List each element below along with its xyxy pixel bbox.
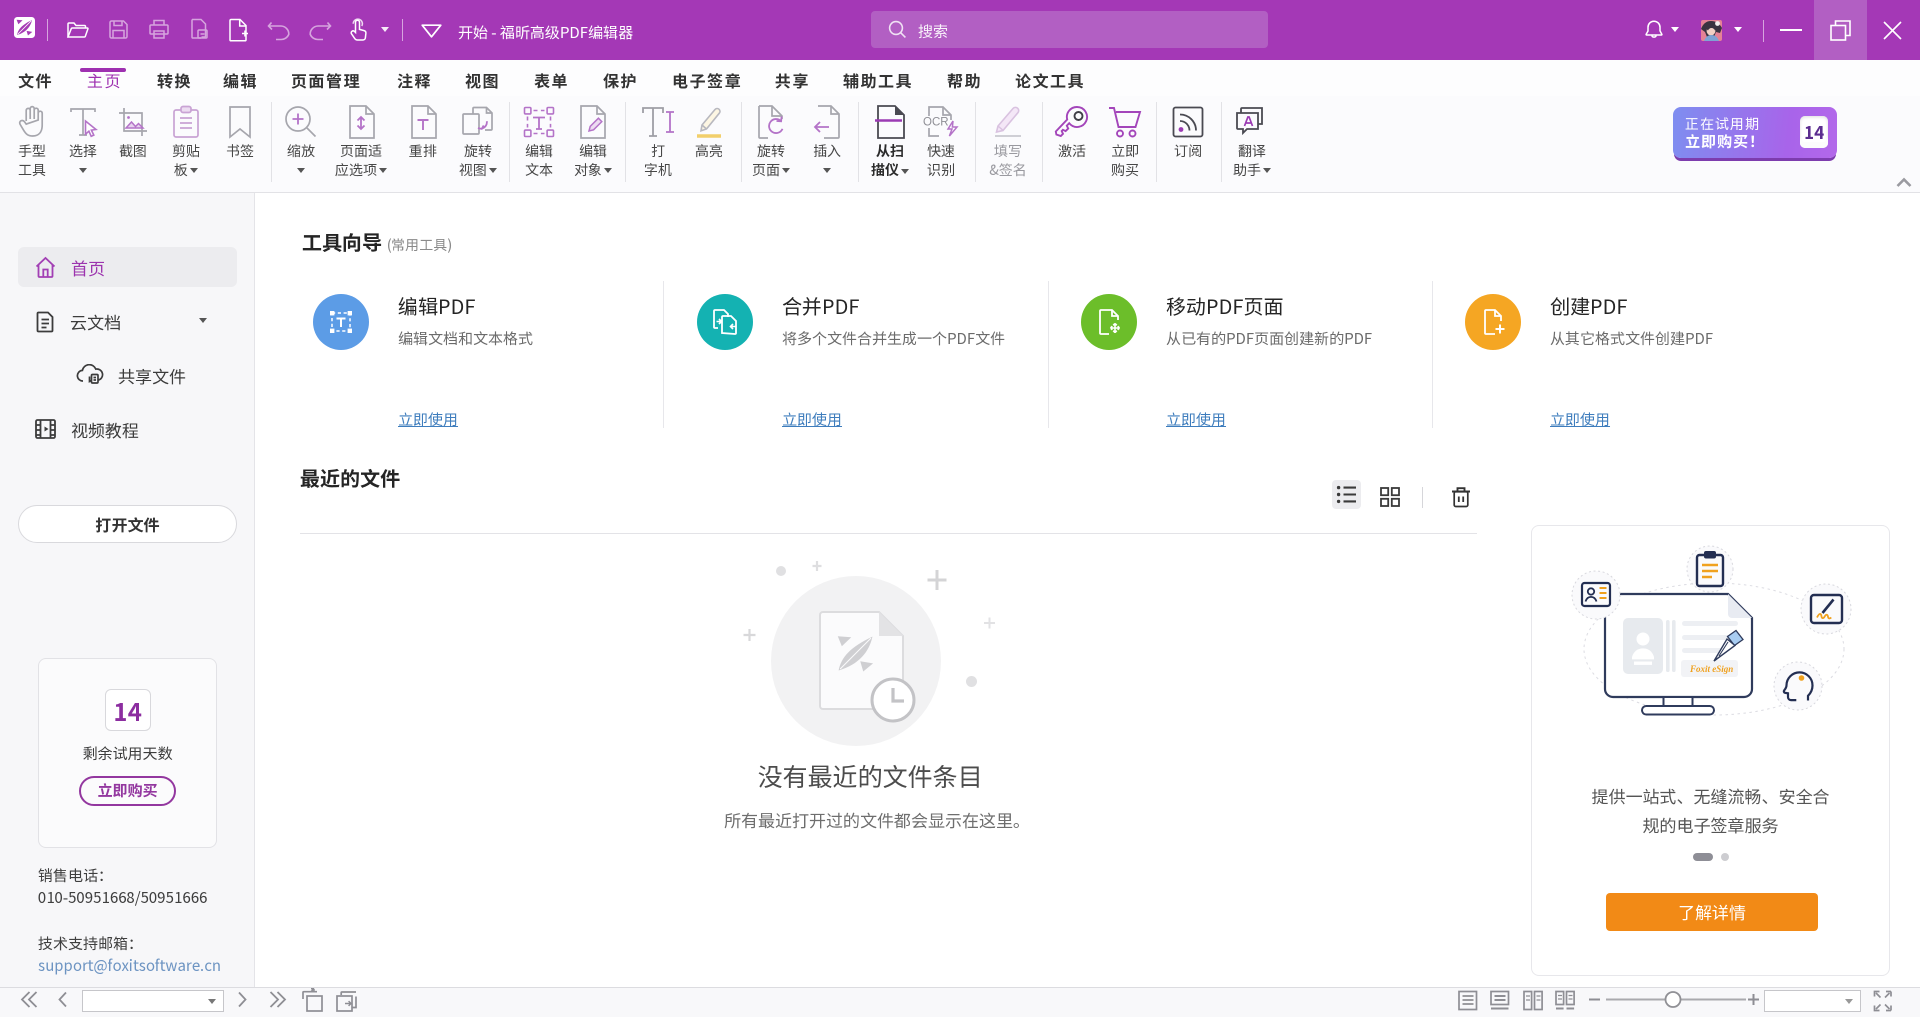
svg-text:OCR: OCR (923, 117, 949, 129)
svg-text:Foxit eSign: Foxit eSign (1689, 664, 1733, 674)
